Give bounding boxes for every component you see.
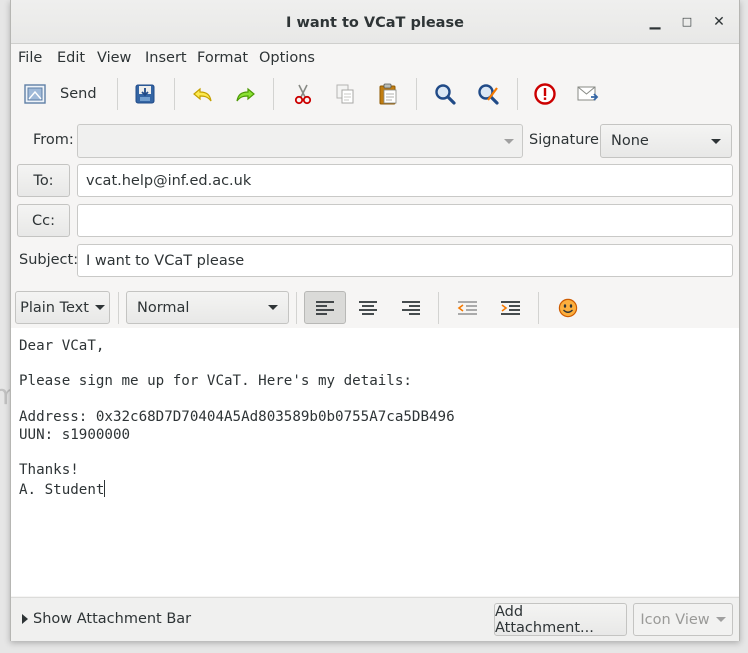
- toolbar-separator: [273, 78, 274, 110]
- subject-label: Subject:: [19, 252, 79, 268]
- chevron-down-icon: [268, 305, 278, 310]
- align-right-button[interactable]: [390, 291, 432, 324]
- to-button[interactable]: To:: [17, 164, 70, 197]
- toolbar-separator: [117, 78, 118, 110]
- paste-icon: [379, 83, 397, 105]
- toolbar-separator: [517, 78, 518, 110]
- attachment-bar: Show Attachment Bar Add Attachment... Ic…: [11, 597, 739, 641]
- message-body-editor[interactable]: Dear VCaT, Please sign me up for VCaT. H…: [11, 328, 739, 596]
- toolbar-separator: [416, 78, 417, 110]
- body-line: Address: 0x32c68D7D70404A5Ad803589b0b075…: [19, 409, 455, 425]
- cut-icon: [294, 84, 312, 105]
- editor-mode-combo[interactable]: Plain Text: [15, 291, 110, 324]
- align-center-button[interactable]: [347, 291, 389, 324]
- cut-button[interactable]: [291, 78, 315, 110]
- body-line: UUN: s1900000: [19, 427, 131, 443]
- align-left-icon: [316, 300, 334, 315]
- compose-window: I want to VCaT please ▁ □ ✕ File Edit Vi…: [10, 0, 740, 641]
- menu-edit[interactable]: Edit: [57, 50, 85, 66]
- replace-icon: [478, 84, 499, 105]
- paragraph-style-value: Normal: [137, 299, 190, 316]
- minimize-button[interactable]: ▁: [647, 14, 663, 30]
- signature-label: Signature:: [529, 132, 604, 148]
- request-receipt-button[interactable]: [576, 78, 600, 110]
- send-icon: [24, 84, 46, 104]
- chevron-down-icon: [715, 617, 726, 622]
- find-icon: [435, 84, 456, 105]
- find-button[interactable]: [433, 78, 457, 110]
- smiley-icon: [558, 298, 578, 317]
- menu-view[interactable]: View: [97, 50, 131, 66]
- menu-format[interactable]: Format: [197, 50, 248, 66]
- icon-view-label: Icon View: [640, 611, 710, 628]
- show-attachment-bar-label: Show Attachment Bar: [33, 611, 192, 627]
- indent-icon: [501, 300, 520, 315]
- show-attachment-bar-toggle[interactable]: Show Attachment Bar: [21, 611, 191, 627]
- send-label: Send: [60, 86, 97, 102]
- toolbar-separator: [174, 78, 175, 110]
- menu-file[interactable]: File: [18, 50, 42, 66]
- paste-button[interactable]: [376, 78, 400, 110]
- signature-value: None: [611, 133, 649, 149]
- replace-button[interactable]: [476, 78, 500, 110]
- paragraph-style-combo[interactable]: Normal: [126, 291, 289, 324]
- body-line: A. Student: [19, 482, 105, 498]
- body-line-last: A. Student: [19, 480, 106, 498]
- send-button[interactable]: Send: [23, 78, 97, 110]
- body-line: Thanks!: [19, 462, 79, 478]
- menu-bar: File Edit View Insert Format Options: [11, 45, 739, 71]
- editor-mode-value: Plain Text: [20, 299, 89, 316]
- unindent-icon: [457, 300, 477, 315]
- cc-button[interactable]: Cc:: [17, 204, 70, 237]
- window-title: I want to VCaT please: [286, 15, 464, 31]
- signature-combo[interactable]: None: [600, 124, 732, 158]
- maximize-button[interactable]: □: [679, 14, 695, 30]
- undo-button[interactable]: [191, 78, 215, 110]
- toolbar-separator: [538, 292, 539, 324]
- chevron-down-icon: [711, 138, 721, 144]
- toolbar-separator: [296, 292, 297, 324]
- undo-icon: [193, 87, 212, 102]
- body-line: Please sign me up for VCaT. Here's my de…: [19, 373, 412, 389]
- important-button[interactable]: [533, 78, 557, 110]
- chevron-down-icon: [504, 138, 514, 144]
- from-combo[interactable]: [77, 124, 523, 158]
- redo-button[interactable]: [233, 78, 257, 110]
- from-label: From:: [33, 132, 74, 148]
- icon-view-combo[interactable]: Icon View: [633, 603, 733, 636]
- save-icon: [135, 84, 155, 104]
- copy-button[interactable]: [333, 78, 357, 110]
- add-attachment-button[interactable]: Add Attachment...: [494, 603, 627, 636]
- redo-icon: [236, 87, 255, 102]
- menu-insert[interactable]: Insert: [145, 50, 187, 66]
- align-center-icon: [359, 300, 377, 315]
- align-right-icon: [402, 300, 420, 315]
- copy-icon: [336, 84, 354, 104]
- menu-options[interactable]: Options: [259, 50, 315, 66]
- toolbar-separator: [438, 292, 439, 324]
- title-bar[interactable]: I want to VCaT please ▁ □ ✕: [11, 0, 739, 44]
- request-receipt-icon: [577, 86, 599, 101]
- align-left-button[interactable]: [304, 291, 346, 324]
- subject-field[interactable]: I want to VCaT please: [77, 244, 733, 277]
- cc-field[interactable]: [77, 204, 733, 237]
- important-icon: [534, 83, 556, 105]
- toolbar: Send: [11, 74, 739, 114]
- body-line: Dear VCaT,: [19, 338, 105, 354]
- chevron-down-icon: [94, 305, 105, 310]
- insert-smiley-button[interactable]: [547, 291, 589, 324]
- close-button[interactable]: ✕: [711, 14, 727, 30]
- indent-button[interactable]: [490, 291, 532, 324]
- expander-arrow-icon: [22, 614, 28, 624]
- unindent-button[interactable]: [447, 291, 489, 324]
- save-button[interactable]: [133, 78, 157, 110]
- toolbar-separator: [118, 292, 119, 324]
- text-caret: [104, 480, 106, 497]
- to-field[interactable]: vcat.help@inf.ed.ac.uk: [77, 164, 733, 197]
